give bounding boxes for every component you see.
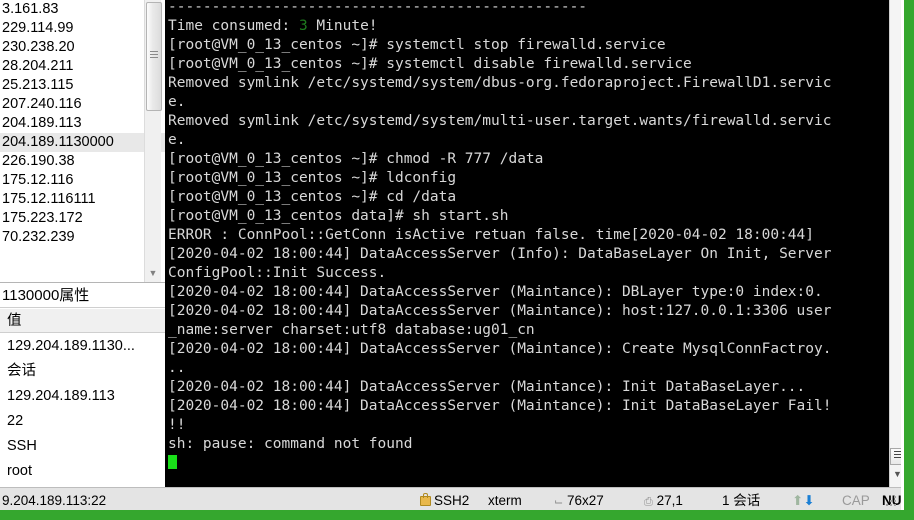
- transfer-indicators: ⬆⬇: [792, 488, 815, 513]
- terminal-line: [root@VM_0_13_centos ~]# systemctl disab…: [168, 56, 692, 72]
- session-list-scroll-thumb[interactable]: [146, 2, 162, 111]
- session-manager-pane: 3.161.83 229.114.99 230.238.20 28.204.211 25…: [0, 0, 165, 487]
- status-bar: 9.204.189.113:22 SSH2 xterm ⌙ 76x27 ⎙ 27…: [0, 487, 913, 513]
- session-list-item[interactable]: 204.189.113: [0, 114, 165, 133]
- terminal-line: ERROR : ConnPool::GetConn isActive retua…: [168, 227, 815, 243]
- status-cursor-label: 27,1: [656, 493, 683, 508]
- terminal-line: [2020-04-02 18:00:44] DataAccessServer (…: [168, 341, 832, 357]
- session-list-item[interactable]: 3.161.83: [0, 0, 165, 19]
- terminal-scrollbar[interactable]: ▼: [889, 0, 905, 487]
- terminal-line: e.: [168, 94, 186, 110]
- session-list-item[interactable]: 207.240.116: [0, 95, 165, 114]
- scroll-down-arrow-icon[interactable]: ▼: [146, 266, 160, 280]
- properties-title: 1130000属性: [0, 283, 165, 308]
- property-row[interactable]: 22: [0, 409, 165, 434]
- download-arrow-icon: ⬇: [803, 493, 815, 508]
- session-list[interactable]: 3.161.83 229.114.99 230.238.20 28.204.211 25…: [0, 0, 165, 283]
- terminal-line: sh: pause: command not found: [168, 436, 413, 452]
- properties-list[interactable]: 129.204.189.1130... 会话 129.204.189.113 22 SS…: [0, 334, 165, 487]
- screen-size-icon: ⌙: [554, 496, 564, 508]
- main-window: 3.161.83 229.114.99 230.238.20 28.204.211 25…: [0, 0, 914, 520]
- terminal-line: !!: [168, 417, 186, 433]
- terminal-line: ConfigPool::Init Success.: [168, 265, 387, 281]
- status-protocol[interactable]: SSH2: [420, 488, 469, 513]
- terminal-line: [root@VM_0_13_centos ~]# chmod -R 777 /d…: [168, 151, 544, 167]
- terminal-line: [2020-04-02 18:00:44] DataAccessServer (…: [168, 398, 832, 414]
- terminal-line: ----------------------------------------…: [168, 0, 588, 15]
- terminal-line: [168, 454, 868, 473]
- terminal-line: Time consumed: 3 Minute!: [168, 17, 868, 36]
- properties-column-header[interactable]: 值: [0, 309, 165, 333]
- property-row[interactable]: root: [0, 459, 165, 484]
- terminal-output: ----------------------------------------…: [168, 0, 868, 473]
- desktop-background: [904, 0, 914, 520]
- property-row[interactable]: 会话: [0, 359, 165, 384]
- terminal-line: [root@VM_0_13_centos data]# sh start.sh: [168, 208, 509, 224]
- terminal-text-segment: Time consumed:: [168, 18, 299, 34]
- terminal-panel[interactable]: ----------------------------------------…: [165, 0, 889, 487]
- session-list-item[interactable]: 204.189.1130000: [0, 133, 165, 152]
- terminal-line: ..: [168, 360, 186, 376]
- terminal-line: [2020-04-02 18:00:44] DataAccessServer (…: [168, 379, 806, 395]
- session-list-item[interactable]: 229.114.99: [0, 19, 165, 38]
- session-list-scrollbar[interactable]: ▼: [144, 0, 162, 282]
- session-list-item[interactable]: 230.238.20: [0, 38, 165, 57]
- terminal-line: [root@VM_0_13_centos ~]# systemctl stop …: [168, 37, 666, 53]
- terminal-line: e.: [168, 132, 186, 148]
- cursor-position-icon: ⎙: [644, 496, 653, 508]
- terminal-text-segment: 3: [298, 18, 308, 34]
- scroll-grip-icon: [150, 51, 158, 58]
- session-list-item[interactable]: 175.12.116111: [0, 190, 165, 209]
- lock-icon: [420, 493, 431, 506]
- session-list-item[interactable]: 25.213.115: [0, 76, 165, 95]
- terminal-text-segment: Minute!: [307, 18, 378, 34]
- status-protocol-label: SSH2: [434, 493, 470, 508]
- terminal-line: [2020-04-02 18:00:44] DataAccessServer (…: [168, 246, 832, 262]
- terminal-line: [2020-04-02 18:00:44] DataAccessServer (…: [168, 303, 832, 319]
- status-session-count[interactable]: 1 会话: [722, 488, 760, 513]
- status-size-label: 76x27: [566, 493, 604, 508]
- terminal-line: [root@VM_0_13_centos ~]# cd /data: [168, 189, 457, 205]
- status-host: 9.204.189.113:22: [2, 493, 107, 508]
- session-list-item[interactable]: 28.204.211: [0, 57, 165, 76]
- upload-arrow-icon: ⬆: [792, 493, 804, 508]
- session-list-item[interactable]: 175.223.172: [0, 209, 165, 228]
- terminal-line: [root@VM_0_13_centos ~]# ldconfig: [168, 170, 457, 186]
- terminal-line: [2020-04-02 18:00:44] DataAccessServer (…: [168, 284, 823, 300]
- resize-grip[interactable]: [886, 496, 898, 508]
- terminal-line: Removed symlink /etc/systemd/system/dbus…: [168, 75, 832, 91]
- terminal-line: Removed symlink /etc/systemd/system/mult…: [168, 113, 832, 129]
- status-size[interactable]: ⌙ 76x27: [554, 488, 604, 513]
- window-bottom-border-highlight: [0, 512, 904, 514]
- session-list-item[interactable]: 70.232.239: [0, 228, 165, 247]
- property-row[interactable]: 129.204.189.1130...: [0, 334, 165, 359]
- session-list-item[interactable]: 226.190.38: [0, 152, 165, 171]
- session-list-item[interactable]: 175.12.116: [0, 171, 165, 190]
- status-caps-lock: CAP: [842, 493, 870, 508]
- property-row[interactable]: SSH: [0, 434, 165, 459]
- terminal-line: _name:server charset:utf8 database:ug01_…: [168, 322, 535, 338]
- property-row[interactable]: 129.204.189.113: [0, 384, 165, 409]
- terminal-scroll-thumb[interactable]: [901, 182, 905, 360]
- status-emulation[interactable]: xterm: [488, 488, 522, 513]
- scrollback-buffer-button[interactable]: [890, 448, 905, 465]
- status-cursor-position[interactable]: ⎙ 27,1: [644, 488, 683, 513]
- terminal-scroll-down-icon[interactable]: ▼: [890, 467, 905, 481]
- terminal-cursor: [168, 455, 177, 469]
